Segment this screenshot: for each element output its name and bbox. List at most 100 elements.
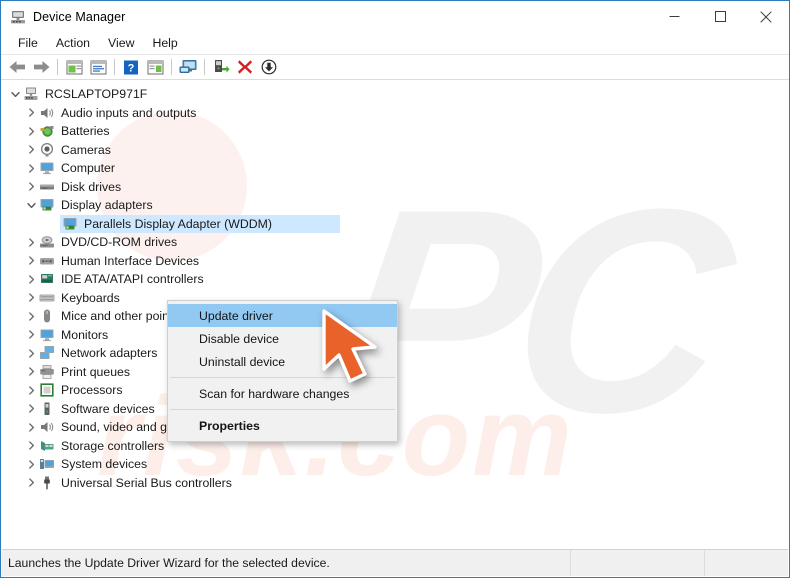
tree-item-label: Audio inputs and outputs — [61, 105, 197, 120]
chevron-down-icon[interactable] — [24, 196, 39, 214]
tree-item-label: RCSLAPTOP971F — [45, 87, 148, 102]
status-pane-3 — [705, 550, 788, 577]
menu-view[interactable]: View — [99, 34, 143, 52]
tree-item-universal-serial-bus-controllers[interactable]: Universal Serial Bus controllers — [2, 474, 788, 493]
tree-item-cameras[interactable]: Cameras — [2, 141, 788, 160]
toolbar-separator-1 — [57, 59, 58, 75]
chevron-right-icon[interactable] — [24, 104, 39, 122]
device-tree-pane: PC risk.com — [2, 81, 788, 550]
chevron-right-icon[interactable] — [24, 381, 39, 399]
properties-button[interactable] — [86, 56, 110, 78]
tree-item-label: Software devices — [61, 401, 155, 416]
chevron-right-icon[interactable] — [24, 289, 39, 307]
tree-item-label: Storage controllers — [61, 438, 165, 453]
chevron-down-icon[interactable] — [8, 85, 23, 103]
red-x-icon — [238, 60, 252, 74]
speaker-icon — [39, 105, 55, 121]
network-adapter-icon — [39, 345, 55, 361]
ctx-properties[interactable]: Properties — [168, 414, 397, 437]
device-manager-icon — [10, 9, 26, 25]
maximize-button[interactable] — [697, 1, 743, 32]
tree-item-label: Cameras — [61, 142, 111, 157]
tree-item-label: Network adapters — [61, 346, 158, 361]
chevron-right-icon[interactable] — [24, 141, 39, 159]
tree-item-audio-inputs-and-outputs[interactable]: Audio inputs and outputs — [2, 104, 788, 123]
minimize-button[interactable] — [651, 1, 697, 32]
help-button[interactable]: ? — [119, 56, 143, 78]
close-button[interactable] — [743, 1, 789, 32]
chevron-right-icon[interactable] — [24, 326, 39, 344]
chevron-right-icon[interactable] — [24, 252, 39, 270]
chevron-right-icon[interactable] — [24, 400, 39, 418]
tree-item-human-interface-devices[interactable]: Human Interface Devices — [2, 252, 788, 271]
back-button[interactable] — [5, 56, 29, 78]
tree-item-dvd-cdrom-drives[interactable]: DVD/CD-ROM drives — [2, 233, 788, 252]
display-adapter-icon — [39, 197, 55, 213]
battery-icon — [39, 123, 55, 139]
update-driver-icon — [214, 60, 229, 73]
tree-item-label: Disk drives — [61, 179, 122, 194]
show-hide-console-tree-button[interactable] — [62, 56, 86, 78]
menu-action[interactable]: Action — [47, 34, 99, 52]
keyboard-icon — [39, 290, 55, 306]
down-arrow-circle-icon — [261, 59, 277, 75]
uninstall-device-button[interactable] — [233, 56, 257, 78]
chevron-right-icon[interactable] — [24, 270, 39, 288]
chevron-right-icon[interactable] — [24, 474, 39, 492]
hid-icon — [39, 253, 55, 269]
chevron-right-icon[interactable] — [24, 344, 39, 362]
chevron-right-icon[interactable] — [24, 233, 39, 251]
window-controls — [651, 1, 789, 32]
update-driver-button[interactable] — [209, 56, 233, 78]
forward-arrow-icon — [33, 61, 49, 73]
tree-item-label: Monitors — [61, 327, 109, 342]
status-pane-2 — [571, 550, 704, 577]
console-tree-icon — [66, 60, 82, 74]
tree-item-display-adapters[interactable]: Display adapters — [2, 196, 788, 215]
toolbar: ? — [1, 55, 789, 80]
chevron-right-icon[interactable] — [24, 418, 39, 436]
back-arrow-icon — [9, 61, 25, 73]
help-question-icon: ? — [124, 60, 138, 74]
menu-bar: File Action View Help — [1, 32, 789, 55]
disable-device-button[interactable] — [257, 56, 281, 78]
tree-item-label: Processors — [61, 383, 123, 398]
title-bar: Device Manager — [1, 1, 789, 32]
window-title: Device Manager — [33, 9, 126, 24]
forward-button[interactable] — [29, 56, 53, 78]
camera-icon — [39, 142, 55, 158]
tree-item-label: Display adapters — [61, 198, 153, 213]
speaker-icon — [39, 419, 55, 435]
status-bar: Launches the Update Driver Wizard for th… — [2, 549, 788, 576]
chevron-right-icon[interactable] — [24, 437, 39, 455]
chevron-right-icon[interactable] — [24, 178, 39, 196]
menu-file[interactable]: File — [9, 34, 47, 52]
chevron-right-icon[interactable] — [24, 455, 39, 473]
menu-help[interactable]: Help — [143, 34, 186, 52]
printer-icon — [39, 364, 55, 380]
tree-item-root[interactable]: RCSLAPTOP971F — [2, 85, 788, 104]
tree-item-system-devices[interactable]: System devices — [2, 455, 788, 474]
show-hide-action-pane-button[interactable] — [143, 56, 167, 78]
computer-root-icon — [23, 86, 39, 102]
chevron-right-icon[interactable] — [24, 363, 39, 381]
tree-item-label: Universal Serial Bus controllers — [61, 475, 232, 490]
monitor-scan-icon — [179, 60, 196, 73]
toolbar-separator-4 — [204, 59, 205, 75]
storage-controller-icon — [39, 438, 55, 454]
chevron-right-icon[interactable] — [24, 122, 39, 140]
toolbar-separator-3 — [171, 59, 172, 75]
tree-item-batteries[interactable]: Batteries — [2, 122, 788, 141]
tree-item-parallels-display-adapter[interactable]: Parallels Display Adapter (WDDM) — [2, 214, 788, 233]
tree-item-ide-ata-atapi-controllers[interactable]: IDE ATA/ATAPI controllers — [2, 270, 788, 289]
chevron-right-icon[interactable] — [24, 307, 39, 325]
chevron-right-icon[interactable] — [24, 159, 39, 177]
tree-item-label: IDE ATA/ATAPI controllers — [61, 272, 204, 287]
mouse-cursor-pointer — [318, 307, 398, 398]
tree-item-computer[interactable]: Computer — [2, 159, 788, 178]
tree-item-label: Computer — [61, 161, 115, 176]
tree-item-disk-drives[interactable]: Disk drives — [2, 178, 788, 197]
scan-for-hardware-changes-button[interactable] — [176, 56, 200, 78]
tree-item-label: Batteries — [61, 124, 110, 139]
tree-item-label: Human Interface Devices — [61, 253, 200, 268]
